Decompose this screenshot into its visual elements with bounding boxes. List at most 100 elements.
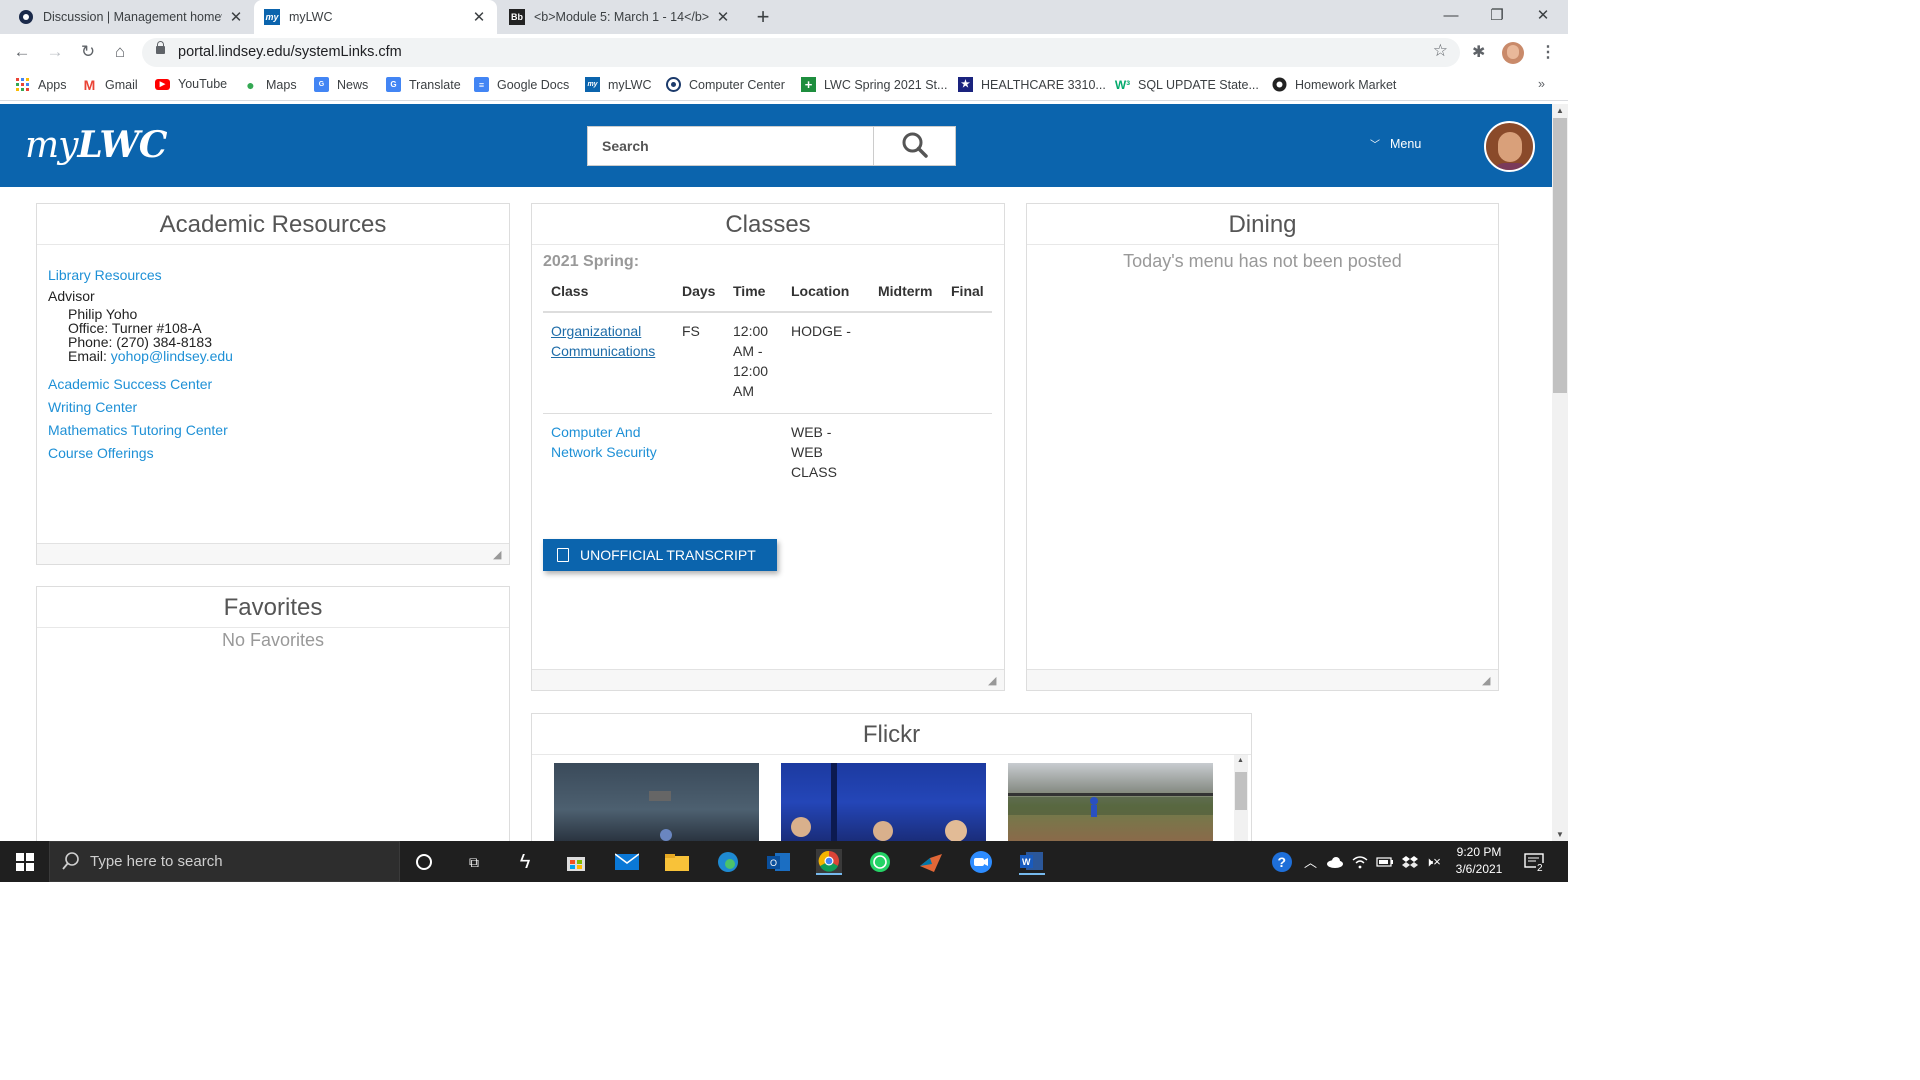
edge-browser-icon[interactable] [715,849,741,875]
academic-links: Library Resources [48,264,162,287]
math-tutoring-center-link[interactable]: Mathematics Tutoring Center [48,422,228,438]
minimize-button[interactable]: — [1428,0,1474,32]
advisor-email-link[interactable]: yohop@lindsey.edu [111,348,233,364]
bookmark-homework-market[interactable]: Homework Market [1272,77,1396,92]
windows-start-icon[interactable] [12,849,38,875]
more-bookmarks-chevron-icon[interactable]: » [1538,77,1545,91]
bookmark-mylwc[interactable]: my myLWC [585,77,652,92]
user-avatar[interactable] [1484,121,1535,172]
academic-success-center-link[interactable]: Academic Success Center [48,376,212,392]
zoom-icon[interactable] [968,849,994,875]
bookmark-sql-update[interactable]: W³ SQL UPDATE State... [1115,77,1259,92]
close-tab-icon[interactable]: ✕ [228,8,244,26]
bookmark-healthcare[interactable]: ★ HEALTHCARE 3310... [958,77,1106,92]
battery-icon[interactable] [1376,841,1394,882]
matlab-icon[interactable] [918,849,944,875]
new-tab-button[interactable]: + [749,3,777,31]
outlook-icon[interactable]: O [766,849,792,875]
bookmark-label: Computer Center [689,77,785,92]
column-header: Time [725,279,783,313]
cortana-icon[interactable] [411,849,437,875]
flickr-photo-3[interactable] [1008,763,1213,841]
email-label: Email: [68,348,107,364]
task-view-icon[interactable]: ⧉ [461,849,487,875]
restore-button[interactable]: ❐ [1474,0,1520,32]
bookmark-google-docs[interactable]: ≡ Google Docs [474,77,569,92]
search-input[interactable] [588,127,874,165]
kebab-menu-icon[interactable]: ⋮ [1540,42,1556,62]
address-url[interactable]: portal.lindsey.edu/systemLinks.cfm [178,44,402,60]
bookmark-news[interactable]: G News [314,77,368,92]
browser-tab-mylwc[interactable]: my myLWC ✕ [254,0,497,34]
bookmark-maps[interactable]: ● Maps [243,77,296,93]
resize-grip-icon[interactable]: ◢ [493,549,505,561]
taskbar-clock[interactable]: 9:20 PM 3/6/2021 [1446,844,1512,878]
scroll-up-arrow-icon[interactable]: ▲ [1556,106,1564,115]
search-button[interactable] [873,127,955,165]
bookmark-apps[interactable]: Apps [15,77,67,92]
tab-title: <b>Module 5: March 1 - 14</b> [534,10,709,24]
unofficial-transcript-button[interactable]: UNOFFICIAL TRANSCRIPT [543,539,777,571]
panel-footer: ◢ [532,669,1004,690]
class-link[interactable]: Computer And Network Security [551,424,657,460]
resize-grip-icon[interactable]: ◢ [988,675,1000,687]
forward-arrow-icon[interactable]: → [41,38,69,66]
scroll-down-arrow-icon[interactable]: ▼ [1556,830,1564,839]
chrome-icon[interactable] [816,849,842,875]
flickr-photo-2[interactable] [781,763,986,841]
home-icon[interactable]: ⌂ [106,38,134,66]
scrollbar-thumb[interactable] [1553,118,1567,393]
resize-grip-icon[interactable]: ◢ [1482,675,1494,687]
chevron-down-icon: ﹀ [1370,140,1380,151]
app-lightning-icon[interactable]: ϟ [512,849,538,875]
mail-icon[interactable] [614,849,640,875]
whatsapp-icon[interactable] [867,849,893,875]
help-icon[interactable]: ? [1270,841,1294,882]
scroll-up-arrow-icon[interactable]: ▲ [1237,757,1244,764]
word-icon[interactable]: W [1019,849,1045,875]
logo-lwc: LWC [77,124,167,166]
translate-icon: G [386,77,401,92]
browser-tab-module[interactable]: Bb <b>Module 5: March 1 - 14</b> ✕ [499,0,741,34]
address-bar[interactable]: portal.lindsey.edu/systemLinks.cfm ☆ [142,38,1460,67]
taskbar-search[interactable]: Type here to search [49,841,400,882]
bookmark-label: Google Docs [497,77,570,92]
mylwc-logo[interactable]: myLWC [25,124,167,166]
onedrive-cloud-icon[interactable] [1326,841,1344,882]
bookmark-youtube[interactable]: ▶ YouTube [155,77,227,91]
back-arrow-icon[interactable]: ← [8,38,36,66]
course-offerings-link[interactable]: Course Offerings [48,445,154,461]
close-tab-icon[interactable]: ✕ [715,8,731,26]
wifi-icon[interactable] [1352,841,1368,882]
class-link[interactable]: Organizational Communications [551,323,655,359]
writing-center-link[interactable]: Writing Center [48,399,137,415]
bookmark-computer-center[interactable]: Computer Center [666,77,785,92]
youtube-icon: ▶ [155,78,170,90]
bookmark-gmail[interactable]: M Gmail [82,77,138,93]
circle-logo-icon [1272,77,1287,92]
file-explorer-icon[interactable] [664,849,690,875]
flickr-scrollbar[interactable]: ▲ [1234,755,1248,841]
volume-muted-icon[interactable]: 🕨× [1425,841,1441,882]
bookmark-lwc-spring[interactable]: + LWC Spring 2021 St... [801,77,947,92]
advisor-block: Advisor Philip Yoho Office: Turner #108-… [48,287,233,363]
notifications-icon[interactable]: 2 [1524,841,1546,882]
show-hidden-icons-icon[interactable]: ︿ [1304,841,1317,882]
close-window-button[interactable]: ✕ [1520,0,1566,32]
close-tab-icon[interactable]: ✕ [471,8,487,26]
library-resources-link[interactable]: Library Resources [48,267,162,283]
store-bag-icon[interactable] [563,849,589,875]
extensions-puzzle-icon[interactable]: ✱ [1472,42,1485,62]
browser-tab-discussion[interactable]: Discussion | Management homew ✕ [8,0,254,34]
mylwc-icon: my [585,77,600,92]
classes-panel: Classes 2021 Spring: Class Days Time Loc… [531,203,1005,691]
menu-button[interactable]: ﹀ Menu [1370,136,1421,152]
browser-profile-avatar[interactable] [1502,42,1524,64]
bookmark-star-icon[interactable]: ☆ [1433,41,1448,61]
bookmark-translate[interactable]: G Translate [386,77,461,92]
dropbox-icon[interactable] [1402,841,1418,882]
page-scrollbar[interactable]: ▲ ▼ [1552,104,1568,841]
reload-icon[interactable]: ↻ [74,38,102,66]
scrollbar-thumb[interactable] [1235,772,1247,810]
flickr-photo-1[interactable] [554,763,759,841]
